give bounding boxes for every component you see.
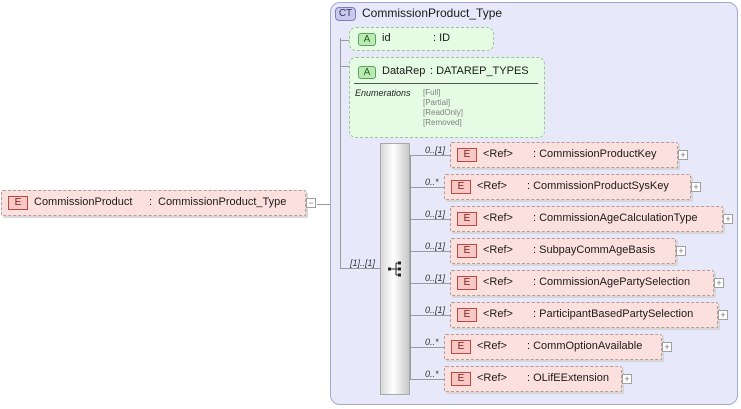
child-connector: [410, 219, 450, 220]
expand-toggle[interactable]: +: [718, 310, 728, 320]
child-element-comm-option-available[interactable]: E <Ref> : CommOptionAvailable: [444, 334, 662, 360]
attribute-id[interactable]: A id : ID: [349, 27, 494, 51]
enumerations-label: Enumerations: [355, 88, 411, 98]
element-name: : CommissionProductSysKey: [527, 180, 669, 192]
child-cardinality: 0..[1]: [425, 241, 446, 251]
root-element[interactable]: E CommissionProduct : CommissionProduct_…: [1, 190, 306, 216]
enumeration-divider: [354, 83, 538, 84]
attribute-trunk-line: [340, 38, 341, 268]
child-element-commission-age-party-selection[interactable]: E <Ref> : CommissionAgePartySelection: [450, 270, 714, 296]
child-element-participant-based-party-selection[interactable]: E <Ref> : ParticipantBasedPartySelection: [450, 302, 718, 328]
ref-label: <Ref>: [477, 340, 507, 352]
root-element-name: CommissionProduct: [34, 196, 133, 208]
ref-label: <Ref>: [477, 180, 507, 192]
element-name: : CommissionAgeCalculationType: [533, 212, 698, 224]
ref-label: <Ref>: [483, 308, 513, 320]
expand-toggle[interactable]: +: [622, 374, 632, 384]
sequence-cardinality: [1]..[1]: [350, 258, 376, 268]
element-badge: E: [8, 196, 28, 210]
child-cardinality: 0..[1]: [425, 273, 446, 283]
attribute-type: : DATAREP_TYPES: [430, 65, 529, 77]
ref-label: <Ref>: [483, 212, 513, 224]
collapse-toggle[interactable]: −: [306, 198, 316, 208]
expand-toggle[interactable]: +: [676, 246, 686, 256]
child-connector: [410, 187, 444, 188]
attribute-name: id: [382, 32, 391, 44]
element-badge: E: [457, 244, 477, 258]
root-element-type: CommissionProduct_Type: [158, 196, 287, 208]
child-cardinality: 0..*: [425, 369, 439, 379]
child-cardinality: 0..[1]: [425, 145, 446, 155]
sequence-icon: [388, 261, 401, 277]
child-element-commission-product-sys-key[interactable]: E <Ref> : CommissionProductSysKey: [444, 174, 691, 200]
element-name: : ParticipantBasedPartySelection: [533, 308, 694, 320]
attribute-badge: A: [358, 33, 376, 46]
enum-value: [Partial]: [423, 98, 451, 107]
attribute-type: : ID: [433, 32, 451, 44]
ref-label: <Ref>: [483, 276, 513, 288]
child-connector: [410, 155, 450, 156]
attribute-badge: A: [358, 66, 376, 79]
expand-toggle[interactable]: +: [662, 342, 672, 352]
expand-toggle[interactable]: +: [691, 182, 701, 192]
attribute-name: DataRep: [382, 65, 426, 77]
enum-value: [ReadOnly]: [423, 108, 464, 117]
element-name: : CommOptionAvailable: [527, 340, 643, 352]
element-badge: E: [451, 340, 471, 354]
enum-value: [Removed]: [423, 118, 462, 127]
element-badge: E: [457, 212, 477, 226]
child-element-olife-extension[interactable]: E <Ref> : OLifEExtension: [444, 366, 622, 392]
complex-type-title: CommissionProduct_Type: [362, 6, 503, 20]
complex-type-badge: CT: [335, 7, 356, 21]
enum-value: [Full]: [423, 88, 441, 97]
attribute-datarep[interactable]: A DataRep : DATAREP_TYPES Enumerations […: [349, 57, 545, 138]
element-badge: E: [457, 308, 477, 322]
child-element-commission-product-key[interactable]: E <Ref> : CommissionProductKey: [450, 142, 678, 168]
element-badge: E: [451, 180, 471, 194]
element-name: : CommissionProductKey: [533, 148, 657, 160]
element-name: : OLifEExtension: [527, 372, 609, 384]
element-badge: E: [457, 148, 477, 162]
child-connector: [410, 379, 444, 380]
child-connector: [410, 315, 450, 316]
child-cardinality: 0..[1]: [425, 209, 446, 219]
expand-toggle[interactable]: +: [714, 278, 724, 288]
child-connector: [410, 347, 444, 348]
element-badge: E: [457, 276, 477, 290]
ref-label: <Ref>: [483, 244, 513, 256]
child-element-commission-age-calculation-type[interactable]: E <Ref> : CommissionAgeCalculationType: [450, 206, 723, 232]
child-cardinality: 0..*: [425, 177, 439, 187]
expand-toggle[interactable]: +: [723, 214, 733, 224]
child-cardinality: 0..[1]: [425, 305, 446, 315]
element-badge: E: [451, 372, 471, 386]
root-type-separator: :: [149, 196, 153, 208]
ref-label: <Ref>: [483, 148, 513, 160]
sequence-connector: [340, 268, 380, 269]
element-name: : SubpayCommAgeBasis: [533, 244, 656, 256]
sequence-compositor[interactable]: [380, 143, 410, 395]
expand-toggle[interactable]: +: [678, 150, 688, 160]
ref-label: <Ref>: [477, 372, 507, 384]
child-connector: [410, 251, 450, 252]
child-cardinality: 0..*: [425, 337, 439, 347]
child-connector: [410, 283, 450, 284]
element-name: : CommissionAgePartySelection: [533, 276, 691, 288]
child-element-subpay-comm-age-basis[interactable]: E <Ref> : SubpayCommAgeBasis: [450, 238, 676, 264]
